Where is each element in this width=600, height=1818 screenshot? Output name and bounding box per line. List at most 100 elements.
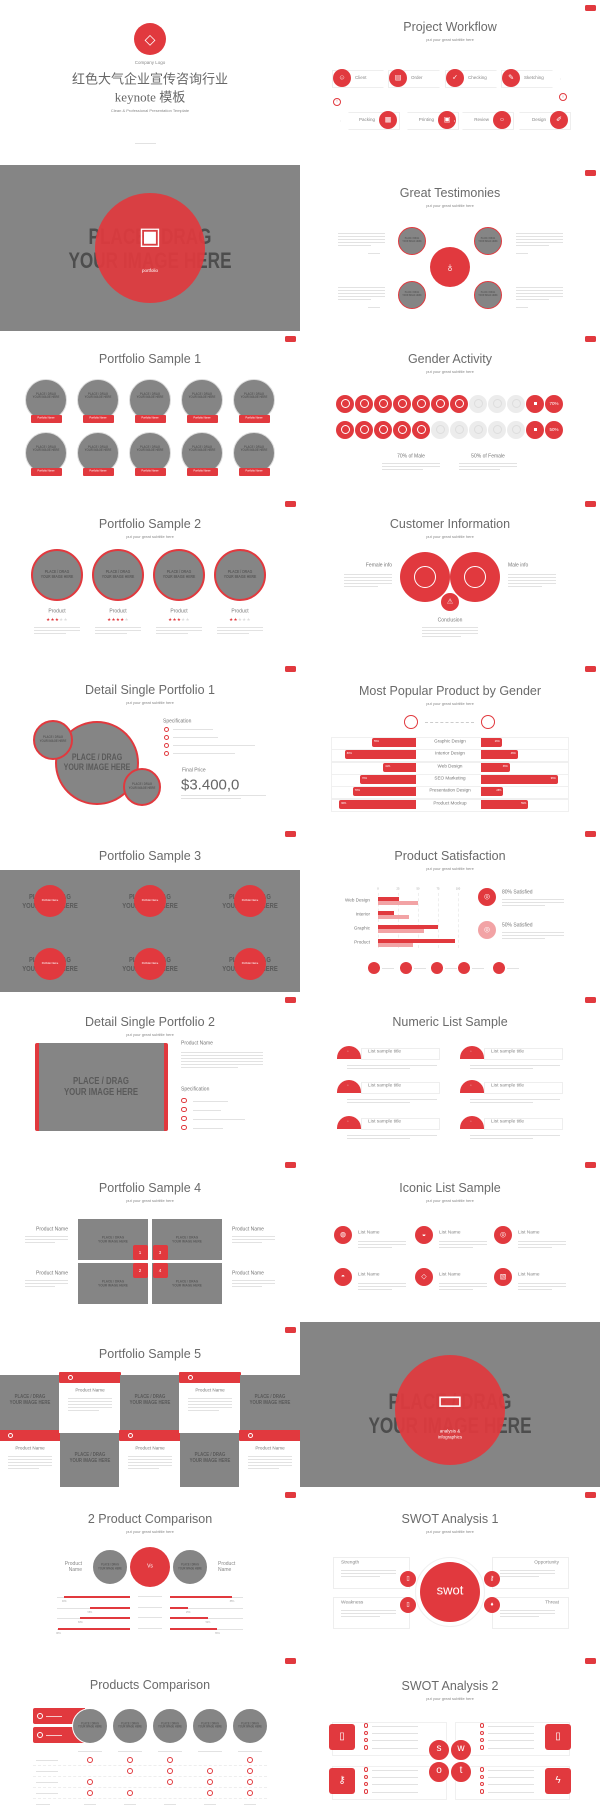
bar-light [378,929,424,934]
lorem-text-line [95,629,141,631]
product-header-line [198,1750,222,1752]
placeholder-line: YOUR IMAGE HERE [136,395,164,400]
product-header-line [118,1750,142,1752]
slide-title: SWOT Analysis 2 [401,1678,499,1693]
star-icon: ★ [124,616,129,622]
female-bar-value: 79% [354,788,360,792]
page-number-badge [585,831,596,838]
image-placeholder-text: PLACE / DRAGYOUR IMAGE HERE [133,392,167,401]
lorem-text-line [347,1067,410,1069]
page-number-badge [285,831,296,838]
specification-heading: Specification [181,1086,210,1093]
check-icon [167,1756,173,1763]
axis-tick-label: 75 [436,888,440,892]
lorem-text-line [422,632,478,634]
swot-label-threat: Threat [545,1601,559,1607]
axis-tick-label: 0 [377,888,379,892]
list-item-title: List sample title [491,1119,525,1125]
lorem-text-line [8,1456,52,1457]
person-icon [340,399,350,409]
star-icon: ★ [185,616,190,622]
spec-item-line [173,753,235,754]
lorem-text-line [516,307,528,309]
left-bar-value: 68% [78,1622,83,1625]
lorem-text-line [347,1098,437,1100]
number-tab [460,1045,484,1059]
item-line [372,1740,418,1742]
product-name-label: Product Name [36,1270,68,1277]
number-badge-label: 3 [158,1249,162,1255]
lorem-text-line [502,904,546,906]
diamond-icon: ◇ [144,31,156,47]
check-icon [181,1107,187,1113]
lorem-text-line [439,1243,487,1245]
lorem-text-line [181,1060,263,1062]
male-bar-value: 59% [521,801,527,805]
lorem-text-line [516,253,528,255]
lorem-text-line [508,579,556,581]
placeholder-line: YOUR IMAGE HERE [478,294,498,298]
slide-title: Numeric List Sample [392,1014,508,1029]
legend-label-line [445,968,457,970]
lorem-text-line [188,1404,232,1405]
lorem-text-line [181,1051,263,1053]
person-icon [492,399,502,409]
person-icon [454,425,464,435]
lorem-text-line [358,1243,406,1245]
person-icon [359,399,369,409]
list-number: • [347,1119,349,1123]
placeholder-line: YOUR IMAGE HERE [118,1724,142,1729]
slide-portfolio-sample-4: Portfolio Sample 4 put your great subtitl… [0,1156,300,1323]
lorem-text-line [502,901,564,903]
cover-title-line2: keynote 模板 [114,89,186,105]
page-number-badge [585,5,596,11]
lorem-text-line [508,573,556,575]
row-label-line [36,1781,58,1783]
image-placeholder-text: PLACE / DRAGYOUR IMAGE HERE [155,1722,185,1729]
portfolio-name-label: Portfolio Name [89,469,107,473]
image-placeholder-text: PLACE / DRAGYOUR IMAGE HERE [54,752,140,773]
lorem-text-line [128,1465,172,1466]
page-number-badge [585,1657,596,1664]
lorem-text-line [181,795,266,796]
slide-project-workflow: Project Workflow put your great subtitle … [300,0,600,166]
list-item-title: List Name [358,1230,380,1236]
slide-subtitle: put your great subtitle here [426,866,474,872]
image-placeholder-text: PLACE / DRAGYOUR IMAGE HERE [115,1722,145,1729]
swot-label-opportunity: Opportunity [534,1561,559,1567]
check-icon [127,1756,133,1763]
check-icon [247,1767,253,1774]
lorem-text-line [188,1401,232,1402]
lorem-text-line [347,1137,410,1139]
right-bar [170,1628,218,1631]
left-bar [58,1628,130,1631]
lorem-text-line [338,293,385,295]
lorem-text-line [248,1459,292,1460]
lorem-text-line [232,1235,275,1237]
female-bar-value: 70% [362,776,368,780]
lorem-text-line [502,937,546,939]
legend-label-line [472,968,484,970]
image-placeholder-text: PLACE / DRAGYOUR IMAGE HERE [125,782,159,791]
portfolio-name-label: Portfolio Name [241,962,259,966]
section-label: analysis & infographics [437,1428,463,1440]
person-icon [397,425,407,435]
product-name-left: Product Name [64,1561,82,1574]
lorem-text-line [338,239,385,241]
lorem-text-line [502,899,564,901]
image-placeholder-text: PLACE / DRAGYOUR IMAGE HERE [476,292,501,298]
lorem-text-line [25,1286,56,1288]
swot-letter: t [459,1764,463,1776]
placeholder-line: YOUR IMAGE HERE [101,573,135,579]
check-icon [181,1116,187,1122]
product-header-line [158,1750,182,1752]
female-bar-value: 96% [341,801,347,805]
placeholder-line: YOUR IMAGE HERE [98,1282,128,1288]
placeholder-line: YOUR IMAGE HERE [98,1238,128,1244]
slide-title: Detail Single Portfolio 1 [85,682,215,697]
phone-icon: ▯ [555,1730,561,1742]
check-icon [163,750,169,756]
lorem-text-line [382,462,440,464]
item-line [488,1784,534,1786]
swot-letter: s [436,1742,442,1754]
